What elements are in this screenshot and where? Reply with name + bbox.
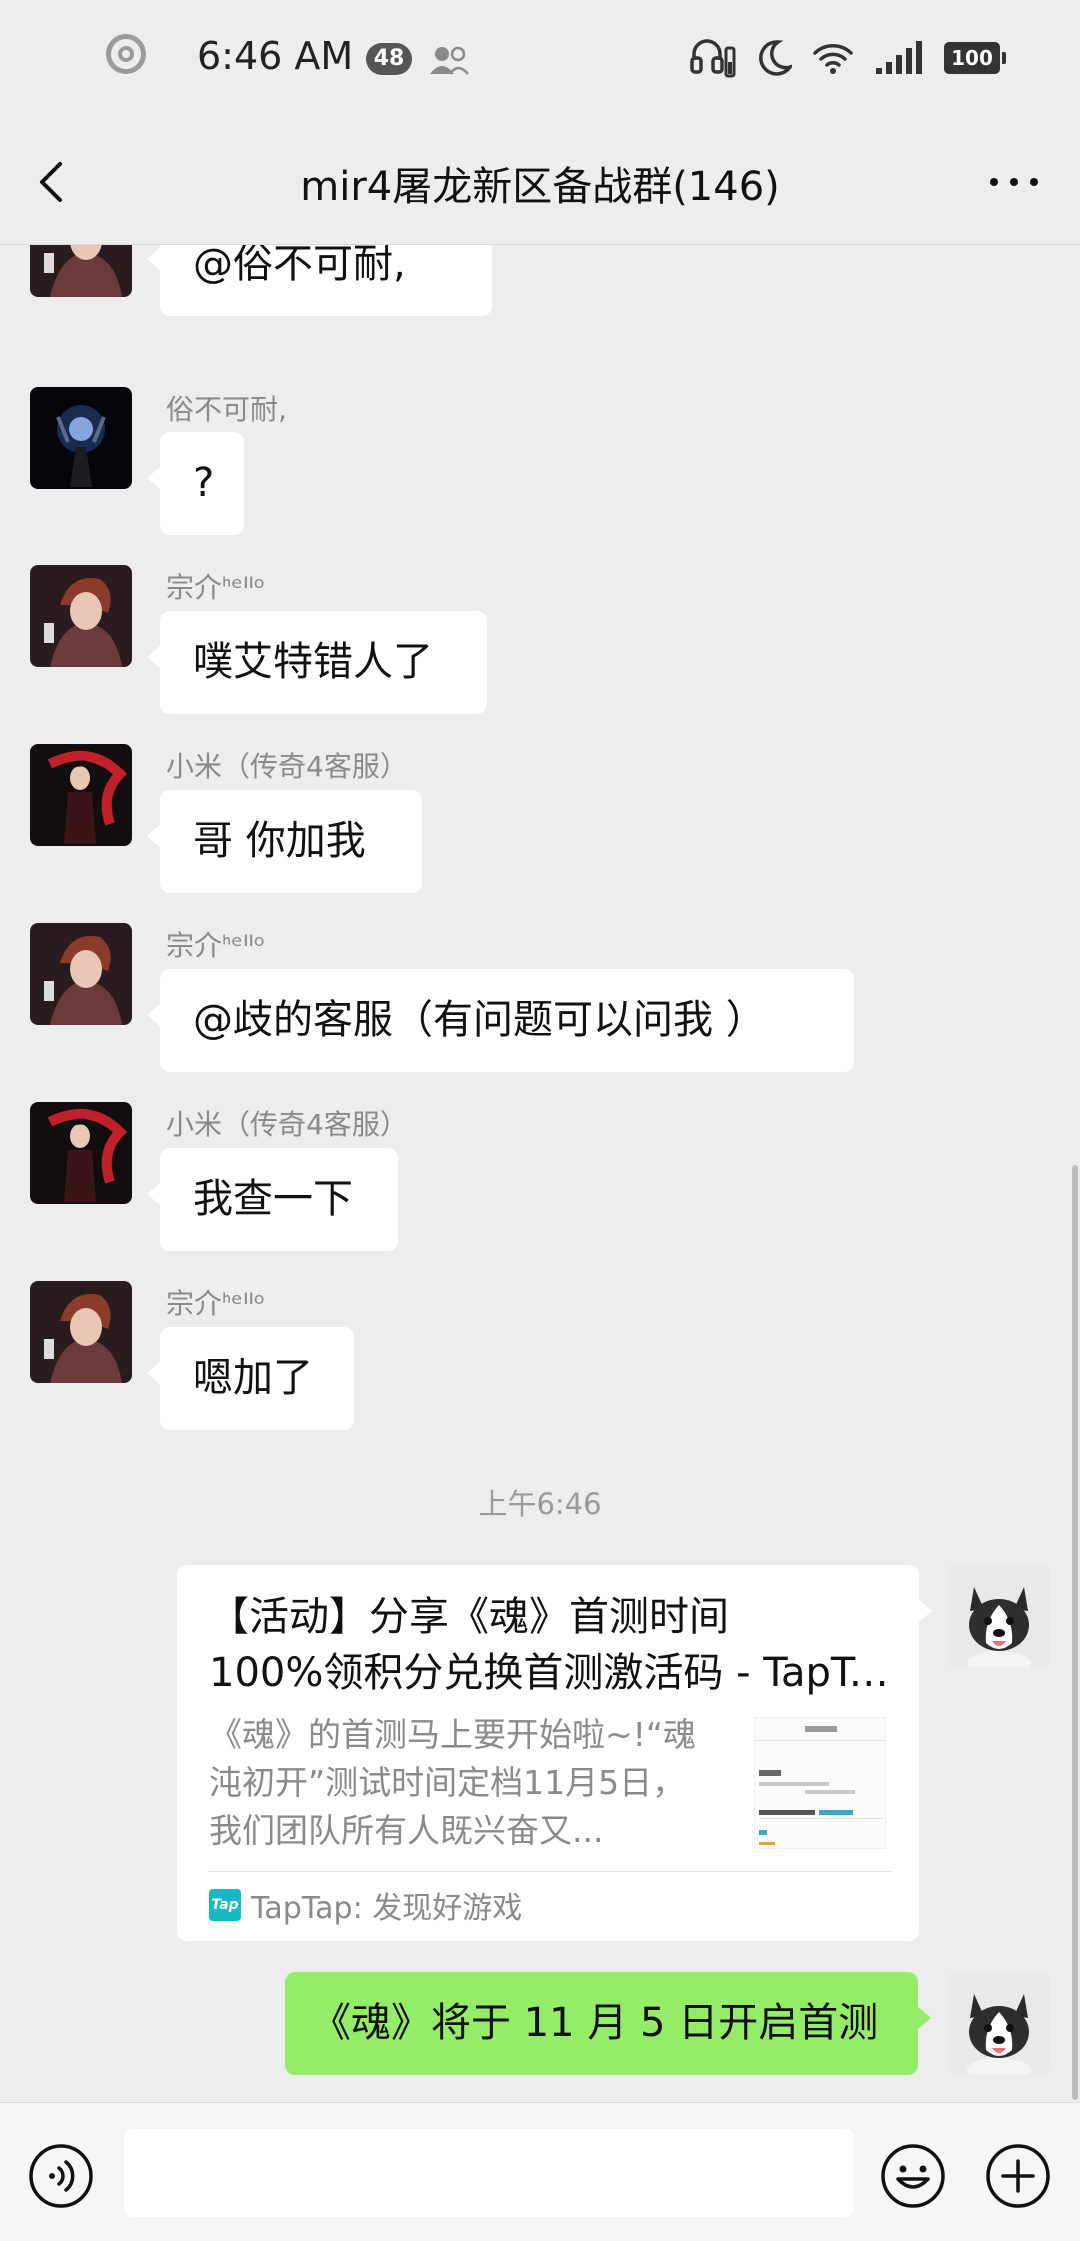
husky-dog-avatar-image <box>948 1565 1050 1667</box>
status-bar: 6:46 AM 48 100 <box>0 0 1080 120</box>
avatar-image <box>30 1281 132 1383</box>
avatar[interactable] <box>30 565 132 667</box>
my-avatar[interactable] <box>948 1972 1050 2074</box>
battery-icon: 100 <box>944 42 1006 74</box>
link-card[interactable]: 【活动】分享《魂》首测时间 100%领积分兑换首测激活码 - TapTap...… <box>177 1565 932 1941</box>
message-bubble[interactable]: 哥 你加我 <box>147 790 422 893</box>
message-timestamp: 上午6:46 <box>478 1487 602 1521</box>
signal-strength-icon <box>876 41 922 74</box>
avatar[interactable] <box>30 1102 132 1204</box>
input-bar <box>0 2102 1080 2241</box>
message-input[interactable] <box>124 2129 854 2217</box>
recording-indicator-icon <box>106 34 146 74</box>
plus-more-icon[interactable] <box>985 2143 1051 2209</box>
link-card-divider <box>209 1871 891 1872</box>
sender-name: 俗不可耐, <box>166 393 287 426</box>
message-list[interactable]: @俗不可耐, 俗不可耐, ? 宗介ᑋᵉᑊᑊᵒ 噗艾特错人了 小米（传奇4客服） … <box>0 245 1080 2101</box>
avatar-image <box>30 923 132 1025</box>
taptap-logo-icon: Tap <box>209 1889 241 1921</box>
sender-name: 小米（传奇4客服） <box>166 1108 408 1141</box>
link-card-title-line-2: 100%领积分兑换首测激活码 - TapTap... <box>209 1650 891 1696</box>
avatar-image <box>30 245 132 297</box>
avatar[interactable] <box>30 744 132 846</box>
avatar[interactable] <box>30 923 132 1025</box>
husky-dog-avatar-image <box>948 1972 1050 2074</box>
my-avatar[interactable] <box>948 1565 1050 1667</box>
article-preview-image <box>755 1718 885 1848</box>
chat-title: mir4屠龙新区备战群(146) <box>300 164 780 210</box>
wifi-icon <box>813 44 853 74</box>
avatar-image <box>30 565 132 667</box>
status-time: 6:46 AM <box>197 34 354 78</box>
voice-input-icon[interactable] <box>28 2143 94 2209</box>
link-card-source-label: TapTap: 发现好游戏 <box>251 1891 523 1926</box>
do-not-disturb-moon-icon <box>759 40 792 76</box>
link-card-thumbnail <box>754 1717 886 1849</box>
message-bubble[interactable]: 我查一下 <box>147 1148 398 1251</box>
scrollbar[interactable] <box>1072 1165 1078 2100</box>
sender-name: 宗介ᑋᵉᑊᑊᵒ <box>166 571 266 604</box>
notification-count-badge: 48 <box>366 43 412 75</box>
message-bubble[interactable]: ? <box>147 432 244 535</box>
avatar[interactable] <box>30 387 132 489</box>
link-card-title: 【活动】分享《魂》首测时间 100%领积分兑换首测激活码 - TapTap... <box>209 1589 891 1701</box>
avatar[interactable] <box>30 245 132 297</box>
contacts-icon <box>430 46 469 75</box>
more-options-icon[interactable] <box>984 160 1044 204</box>
link-card-description: 《魂》的首测马上要开始啦~!“魂沌初开”测试时间定档11月5日，我们团队所有人既… <box>209 1715 696 1850</box>
headset-battery-icon <box>690 39 736 78</box>
sender-name: 宗介ᑋᵉᑊᑊᵒ <box>166 929 266 962</box>
avatar-image <box>30 744 132 846</box>
message-bubble[interactable]: @俗不可耐, <box>147 245 492 316</box>
message-bubble[interactable]: 噗艾特错人了 <box>147 611 487 714</box>
chat-header: mir4屠龙新区备战群(146) <box>0 120 1080 245</box>
avatar-image <box>30 1102 132 1204</box>
sender-name: 小米（传奇4客服） <box>166 750 408 783</box>
link-card-source: Tap TapTap: 发现好游戏 <box>209 1883 522 1927</box>
sender-name: 宗介ᑋᵉᑊᑊᵒ <box>166 1287 266 1320</box>
message-bubble[interactable]: @歧的客服（有问题可以问我 ） <box>147 969 854 1072</box>
status-icons: 100 <box>690 36 1006 80</box>
my-message-bubble[interactable]: 《魂》将于 11 月 5 日开启首测 <box>285 1972 931 2075</box>
link-card-title-line-1: 【活动】分享《魂》首测时间 <box>209 1594 729 1640</box>
avatar-image <box>30 387 132 489</box>
message-bubble[interactable]: 嗯加了 <box>147 1327 354 1430</box>
emoji-icon[interactable] <box>880 2143 946 2209</box>
avatar[interactable] <box>30 1281 132 1383</box>
